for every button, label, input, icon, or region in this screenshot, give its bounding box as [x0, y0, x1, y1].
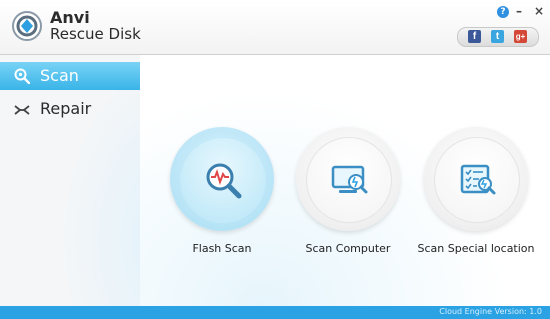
googleplus-icon[interactable]: g+	[514, 30, 527, 43]
scan-special-location-button[interactable]: Scan Special location	[411, 127, 541, 267]
app-title: Anvi Rescue Disk	[50, 9, 141, 43]
action-circle	[296, 127, 400, 231]
flash-scan-button[interactable]: Flash Scan	[157, 127, 287, 267]
action-circle-inner	[180, 137, 266, 223]
main-panel: Flash Scan Scan Computer Scan Special lo…	[140, 55, 550, 306]
engine-version: Cloud Engine Version: 1.0	[439, 307, 542, 316]
status-bar: Cloud Engine Version: 1.0	[0, 306, 550, 319]
action-label: Scan Computer	[305, 242, 391, 255]
minimize-button[interactable]: –	[516, 4, 522, 18]
action-circle	[170, 127, 274, 231]
scan-magnifier-icon	[14, 68, 30, 84]
title-bar: Anvi Rescue Disk ? – × f t g+	[0, 0, 550, 55]
anvi-logo-icon	[12, 11, 42, 41]
action-circle-inner	[434, 137, 520, 223]
sidebar-item-label: Scan	[40, 66, 79, 85]
close-button[interactable]: ×	[534, 4, 544, 18]
help-button[interactable]: ?	[497, 6, 509, 18]
sidebar-item-label: Repair	[40, 99, 92, 118]
scan-special-location-icon	[460, 164, 496, 195]
brand-name: Anvi	[50, 8, 90, 27]
scan-computer-icon	[331, 165, 368, 194]
flash-scan-icon	[206, 163, 242, 199]
social-links: f t g+	[457, 27, 539, 47]
repair-wrench-icon	[14, 105, 30, 115]
action-label: Flash Scan	[192, 242, 252, 255]
sidebar-item-scan[interactable]: Scan	[0, 62, 153, 90]
scan-computer-button[interactable]: Scan Computer	[283, 127, 413, 267]
action-label: Scan Special location	[417, 242, 535, 255]
action-circle	[424, 127, 528, 231]
brand-product: Rescue Disk	[50, 25, 141, 43]
sidebar-item-repair[interactable]: Repair	[0, 95, 140, 123]
action-circle-inner	[306, 137, 392, 223]
twitter-icon[interactable]: t	[491, 30, 504, 43]
facebook-icon[interactable]: f	[468, 30, 481, 43]
app-window: Anvi Rescue Disk ? – × f t g+ Scan Repai…	[0, 0, 550, 319]
